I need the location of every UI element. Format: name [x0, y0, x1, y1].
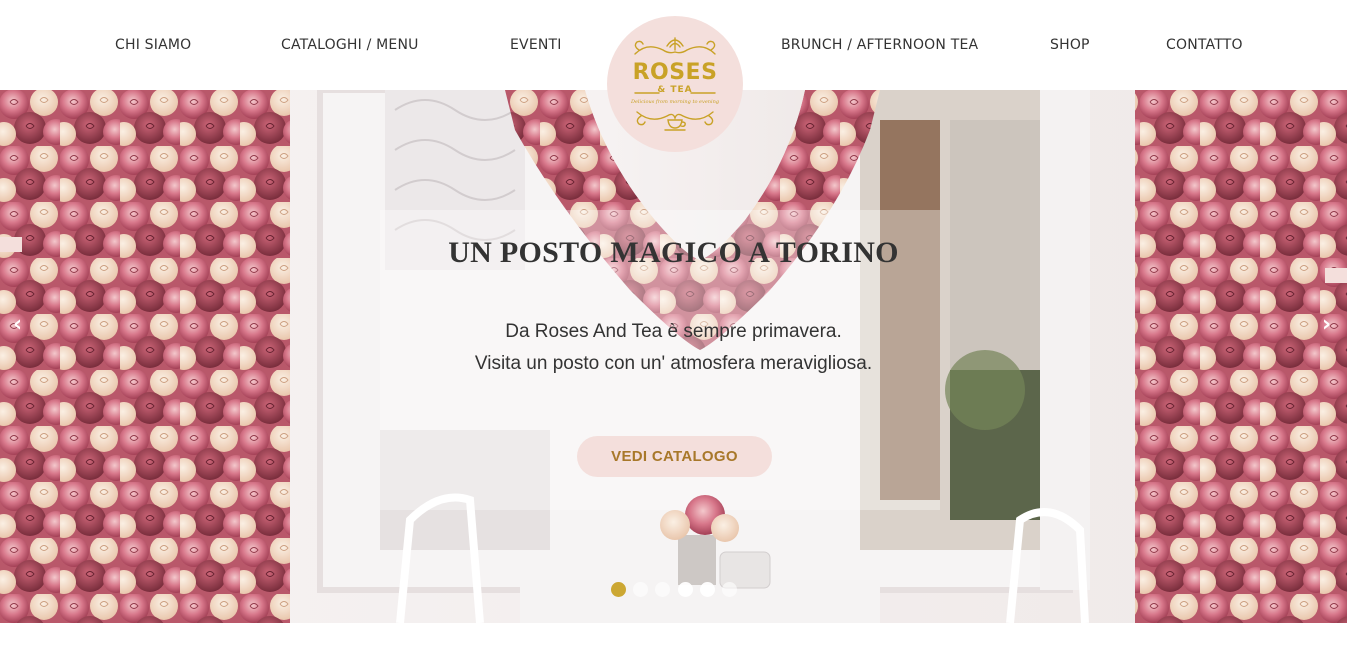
slider-dot-5[interactable] — [700, 582, 715, 597]
hero-description-line-1: Da Roses And Tea è sempre primavera. — [505, 321, 842, 342]
slider-dot-3[interactable] — [655, 582, 670, 597]
slider-dot-2[interactable] — [633, 582, 648, 597]
logo-wordmark-tea: & TEA — [657, 85, 693, 95]
nav-cataloghi-menu[interactable]: CATALOGHI / MENU — [281, 37, 419, 53]
hero-slider: ‹ › UN POSTO MAGICO A TORINO Da Roses An… — [0, 90, 1347, 623]
vedi-catalogo-button[interactable]: VEDI CATALOGO — [577, 436, 772, 477]
hero-title: UN POSTO MAGICO A TORINO — [448, 236, 899, 269]
logo-wordmark-roses: ROSES — [632, 60, 718, 85]
slider-dot-1[interactable] — [611, 582, 626, 597]
hero-description-line-2: Visita un posto con un' atmosfera meravi… — [474, 353, 873, 374]
nav-brunch-afternoon-tea[interactable]: BRUNCH / AFTERNOON TEA — [781, 37, 978, 53]
nav-eventi[interactable]: EVENTI — [510, 37, 562, 53]
roses-and-tea-logo[interactable]: ROSES & TEA Delicious from morning to ev… — [607, 16, 743, 152]
nav-contatto[interactable]: CONTATTO — [1166, 37, 1243, 53]
slider-dot-6[interactable] — [722, 582, 737, 597]
side-tab-right[interactable] — [1325, 268, 1347, 283]
logo-tagline: Delicious from morning to evening — [630, 99, 720, 105]
slider-dot-4[interactable] — [678, 582, 693, 597]
nav-shop[interactable]: SHOP — [1050, 37, 1090, 53]
nav-chi-siamo[interactable]: CHI SIAMO — [115, 37, 191, 53]
